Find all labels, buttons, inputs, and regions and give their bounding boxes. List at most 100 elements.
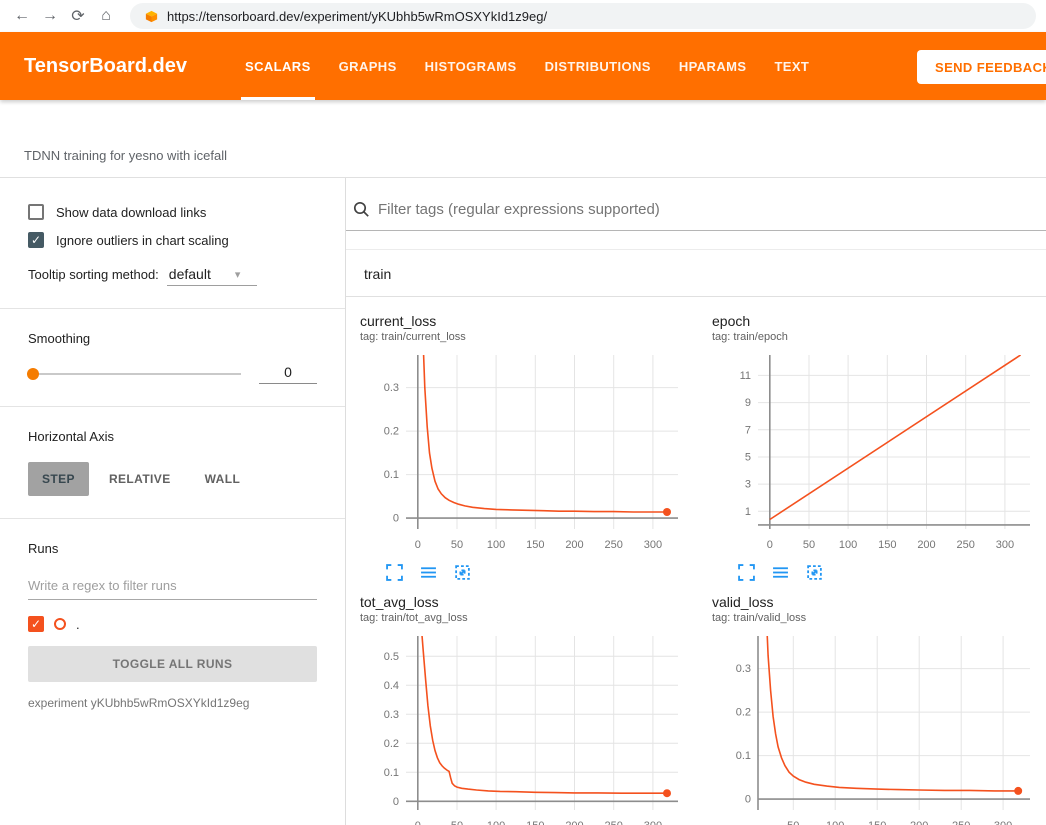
toggle-all-runs-button[interactable]: TOGGLE ALL RUNS [28, 646, 317, 682]
ignore-outliers-checkbox[interactable] [28, 232, 44, 248]
chart-card-current-loss: current_loss tag: train/current_loss 050… [360, 313, 704, 582]
svg-text:0: 0 [415, 820, 421, 825]
address-bar[interactable]: https://tensorboard.dev/experiment/yKUbh… [130, 3, 1036, 29]
svg-text:200: 200 [917, 539, 935, 551]
scalars-panel: train current_loss tag: train/current_lo… [346, 178, 1046, 825]
expand-chart-icon[interactable] [738, 564, 756, 582]
run-checkbox[interactable] [28, 616, 44, 632]
svg-text:0.1: 0.1 [384, 469, 399, 481]
svg-text:300: 300 [994, 820, 1012, 825]
line-chart[interactable]: 05010015020025030000.10.20.3 [360, 347, 690, 555]
smoothing-value-field[interactable]: 0 [259, 364, 317, 384]
tooltip-sorting-value: default [169, 266, 211, 282]
run-list-item[interactable]: . [28, 616, 317, 632]
chart-title: current_loss [360, 313, 704, 329]
charts-grid: current_loss tag: train/current_loss 0 50… [346, 297, 1046, 825]
tab-distributions[interactable]: DISTRIBUTIONS [531, 32, 665, 100]
svg-text:9: 9 [745, 397, 751, 409]
runs-menu-icon[interactable] [420, 564, 438, 582]
smoothing-slider-thumb[interactable] [27, 368, 39, 380]
forward-icon[interactable]: → [38, 4, 62, 28]
experiment-description: TDNN training for yesno with icefall [24, 148, 227, 163]
show-download-links-label: Show data download links [56, 205, 206, 220]
chart-card-valid-loss: valid_loss tag: train/valid_loss 5010015… [712, 594, 1046, 825]
chevron-down-icon: ▾ [235, 268, 241, 281]
runs-filter-input[interactable] [28, 574, 317, 600]
home-icon[interactable]: ⌂ [94, 4, 118, 28]
tooltip-sorting-dropdown[interactable]: default ▾ [167, 266, 257, 286]
tag-filter-input[interactable] [378, 201, 1046, 218]
settings-sidebar: Show data download links Ignore outliers… [0, 178, 346, 825]
svg-text:300: 300 [644, 820, 662, 825]
runs-menu-icon[interactable] [772, 564, 790, 582]
line-chart[interactable]: 5010015020025030000.10.20.3 [712, 628, 1042, 825]
svg-text:250: 250 [952, 820, 970, 825]
svg-text:0.1: 0.1 [384, 767, 399, 779]
svg-text:150: 150 [868, 820, 886, 825]
axis-relative-button[interactable]: RELATIVE [95, 462, 185, 496]
svg-text:1: 1 [745, 506, 751, 518]
tab-hparams[interactable]: HPARAMS [665, 32, 761, 100]
tag-group-header[interactable]: train [346, 250, 1046, 297]
svg-text:100: 100 [487, 820, 505, 825]
svg-text:250: 250 [957, 539, 975, 551]
fit-domain-icon[interactable] [454, 564, 472, 582]
runs-label: Runs [28, 541, 317, 556]
svg-text:150: 150 [878, 539, 896, 551]
tab-scalars[interactable]: SCALARS [231, 32, 325, 100]
back-icon[interactable]: ← [10, 4, 34, 28]
line-chart[interactable]: 05010015020025030000.10.20.30.40.5 [360, 628, 690, 825]
svg-text:11: 11 [740, 370, 751, 382]
svg-text:150: 150 [526, 539, 544, 551]
axis-step-button[interactable]: STEP [28, 462, 89, 496]
app-logo: TensorBoard.dev [24, 55, 187, 78]
tooltip-sorting-label: Tooltip sorting method: [28, 267, 159, 282]
svg-text:300: 300 [996, 539, 1014, 551]
app-header: TensorBoard.dev SCALARS GRAPHS HISTOGRAM… [0, 32, 1046, 100]
experiment-description-bar: TDNN training for yesno with icefall [0, 100, 1046, 178]
svg-text:100: 100 [826, 820, 844, 825]
experiment-id-label: experiment yKUbhb5wRmOSXYkId1z9eg [28, 696, 317, 710]
svg-text:50: 50 [803, 539, 815, 551]
main-nav: SCALARS GRAPHS HISTOGRAMS DISTRIBUTIONS … [231, 32, 823, 100]
svg-text:50: 50 [787, 820, 799, 825]
tab-graphs[interactable]: GRAPHS [325, 32, 411, 100]
svg-text:200: 200 [565, 539, 583, 551]
svg-text:0.1: 0.1 [736, 750, 751, 762]
tensorboard-favicon [144, 9, 159, 24]
show-download-links-row[interactable]: Show data download links [28, 204, 317, 220]
axis-wall-button[interactable]: WALL [191, 462, 255, 496]
svg-text:300: 300 [644, 539, 662, 551]
horizontal-axis-label: Horizontal Axis [28, 429, 317, 444]
chart-toolbar [712, 560, 1046, 582]
fit-domain-icon[interactable] [806, 564, 824, 582]
show-download-links-checkbox[interactable] [28, 204, 44, 220]
run-name: . [76, 617, 80, 632]
line-chart[interactable]: 0501001502002503001357911 [712, 347, 1042, 555]
tab-histograms[interactable]: HISTOGRAMS [411, 32, 531, 100]
svg-text:150: 150 [526, 820, 544, 825]
chart-title: epoch [712, 313, 1046, 329]
chart-tag: tag: train/current_loss [360, 331, 704, 343]
search-icon [352, 200, 370, 218]
svg-text:0: 0 [767, 539, 773, 551]
tab-text[interactable]: TEXT [760, 32, 823, 100]
svg-text:0: 0 [393, 796, 399, 808]
send-feedback-button[interactable]: SEND FEEDBACK [917, 50, 1046, 84]
svg-text:0.2: 0.2 [384, 738, 399, 750]
svg-text:250: 250 [605, 539, 623, 551]
svg-text:250: 250 [605, 820, 623, 825]
ignore-outliers-row[interactable]: Ignore outliers in chart scaling [28, 232, 317, 248]
svg-text:200: 200 [565, 820, 583, 825]
svg-text:0.2: 0.2 [736, 707, 751, 719]
chart-card-epoch: epoch tag: train/epoch 05010015020025030… [712, 313, 1046, 582]
svg-text:100: 100 [487, 539, 505, 551]
svg-text:0.3: 0.3 [736, 663, 751, 675]
svg-text:0: 0 [393, 513, 399, 525]
reload-icon[interactable]: ⟳ [66, 4, 90, 28]
divider [0, 406, 345, 407]
divider [0, 518, 345, 519]
smoothing-slider[interactable] [28, 373, 241, 375]
expand-chart-icon[interactable] [386, 564, 404, 582]
svg-text:200: 200 [910, 820, 928, 825]
